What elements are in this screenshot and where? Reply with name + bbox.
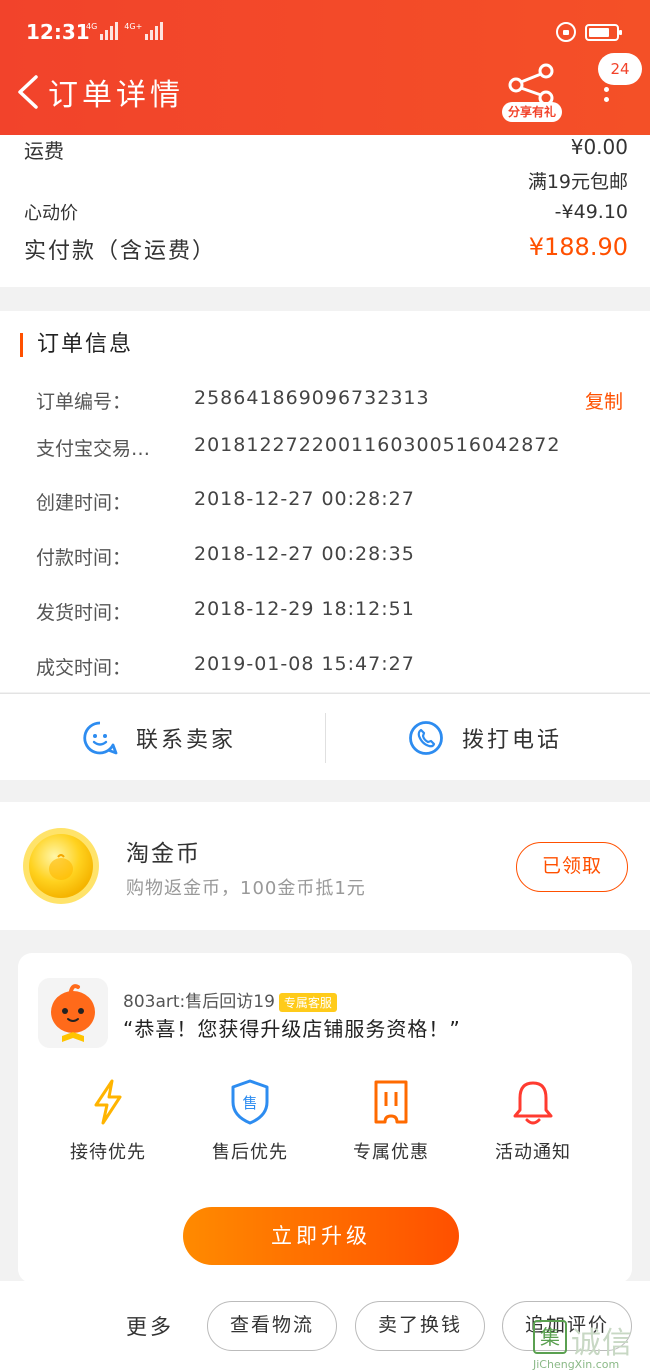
info-label: 订单编号： (36, 391, 132, 413)
shipped-time-row: 发货时间： 2018-12-29 18:12:51 (36, 598, 636, 628)
info-value: 258641869096732313 (194, 387, 430, 409)
divider (325, 713, 326, 763)
watermark: 集 诚信 JiChengXin.com (533, 1318, 650, 1372)
gold-coin-section: 淘金币 购物返金币，100金币抵1元 已领取 (0, 802, 650, 930)
exclusive-service-badge: 专属客服 (278, 992, 337, 1012)
signal-label: 4G (86, 22, 98, 31)
price-summary: 运费 ¥0.00 满19元包邮 心动价 -¥49.10 实付款（含运费） ¥18… (0, 135, 650, 287)
info-value: 2018-12-27 00:28:35 (194, 543, 415, 565)
view-logistics-button[interactable]: 查看物流 (207, 1301, 337, 1351)
more-actions-button[interactable]: 更多 (126, 1311, 174, 1341)
top-nav-bar: 12:31 4G 4G+ 订单详情 分享有礼 24 (0, 0, 650, 135)
order-number-row: 订单编号： 258641869096732313 复制 (36, 387, 636, 417)
upgrade-now-button[interactable]: 立即升级 (183, 1207, 459, 1265)
info-value: 2018122722001160300516042872 (194, 434, 561, 456)
total-value: ¥188.90 (528, 233, 628, 261)
paid-time-row: 付款时间： 2018-12-27 00:28:35 (36, 543, 636, 573)
info-value: 2018-12-27 00:28:27 (194, 488, 415, 510)
chat-bubble-icon (83, 721, 118, 754)
watermark-url: JiChengXin.com (533, 1358, 620, 1371)
shipping-label: 运费 (24, 139, 64, 163)
coin-subtitle: 购物返金币，100金币抵1元 (126, 878, 366, 899)
status-bar: 12:31 4G 4G+ (0, 0, 650, 66)
rotation-lock-icon (556, 22, 576, 42)
shield-icon: 售 (231, 1079, 269, 1125)
benefit-event-notice: 活动通知 (478, 1078, 588, 1164)
shop-name: 803art:售后回访19 专属客服 (123, 987, 337, 1012)
created-time-row: 创建时间： 2018-12-27 00:28:27 (36, 488, 636, 518)
info-value: 2019-01-08 15:47:27 (194, 653, 415, 675)
signal-label: 4G+ (124, 22, 143, 31)
shipping-value: ¥0.00 (570, 135, 628, 159)
benefit-exclusive-offer: 专属优惠 (336, 1078, 446, 1164)
completed-time-row: 成交时间： 2019-01-08 15:47:27 (36, 653, 636, 683)
total-label: 实付款（含运费） (24, 239, 217, 264)
watermark-text: 诚信 (571, 1326, 633, 1361)
contact-seller-button[interactable]: 联系卖家 (82, 694, 236, 781)
benefit-priority-reception: 接待优先 (53, 1078, 163, 1164)
message-count-badge[interactable]: 24 (598, 53, 642, 85)
benefits-row: 接待优先 售 售后优先 专属优惠 活动通知 (18, 1078, 632, 1168)
benefit-label: 接待优先 (70, 1142, 146, 1163)
svg-text:售: 售 (242, 1094, 257, 1112)
call-phone-label: 拨打电话 (462, 727, 563, 753)
section-title: 订单信息 (20, 333, 133, 357)
more-options-icon[interactable] (601, 87, 611, 111)
discount-label: 心动价 (24, 203, 78, 224)
page-title: 订单详情 (48, 78, 184, 113)
bell-icon (513, 1081, 553, 1125)
coin-title: 淘金币 (126, 841, 201, 867)
watermark-logo: 集 (533, 1320, 567, 1354)
signal-indicators: 4G 4G+ (86, 22, 164, 40)
coin-claimed-button[interactable]: 已领取 (516, 842, 628, 892)
benefit-label: 售后优先 (212, 1142, 288, 1163)
discount-value: -¥49.10 (554, 201, 628, 223)
benefit-label: 专属优惠 (353, 1142, 429, 1163)
info-label: 发货时间： (36, 602, 132, 624)
phone-icon (409, 720, 443, 755)
benefit-label: 活动通知 (495, 1142, 571, 1163)
sell-for-cash-button[interactable]: 卖了换钱 (355, 1301, 485, 1351)
info-label: 成交时间： (36, 657, 132, 679)
shop-upgrade-card: 803art:售后回访19 专属客服 “恭喜！您获得升级店铺服务资格！” 接待优先… (18, 953, 632, 1283)
ticket-icon (374, 1080, 408, 1124)
call-phone-button[interactable]: 拨打电话 (408, 694, 562, 781)
shop-name-text: 803art:售后回访19 (123, 992, 275, 1012)
info-label: 创建时间： (36, 492, 132, 514)
lightning-icon (94, 1079, 122, 1125)
upgrade-message: “恭喜！您获得升级店铺服务资格！” (123, 1017, 461, 1041)
order-info-section: 订单信息 订单编号： 258641869096732313 复制 支付宝交易… … (0, 311, 650, 692)
shop-avatar (38, 978, 108, 1048)
share-gift-label[interactable]: 分享有礼 (502, 102, 562, 122)
back-arrow-icon[interactable] (14, 74, 44, 110)
signal-icon: 4G (86, 22, 119, 40)
signal-icon: 4G+ (124, 22, 164, 40)
free-shipping-note: 满19元包邮 (527, 171, 628, 193)
info-label: 付款时间： (36, 547, 132, 569)
info-label: 支付宝交易… (36, 438, 151, 460)
copy-button[interactable]: 复制 (585, 387, 623, 414)
battery-icon (585, 24, 622, 41)
contact-bar: 联系卖家 拨打电话 (0, 693, 650, 780)
gold-coin-icon (23, 828, 99, 904)
alipay-trade-row: 支付宝交易… 2018122722001160300516042872 (36, 434, 636, 464)
info-value: 2018-12-29 18:12:51 (194, 598, 415, 620)
status-time: 12:31 (26, 20, 90, 44)
contact-seller-label: 联系卖家 (136, 727, 237, 753)
benefit-priority-aftersale: 售 售后优先 (195, 1078, 305, 1164)
